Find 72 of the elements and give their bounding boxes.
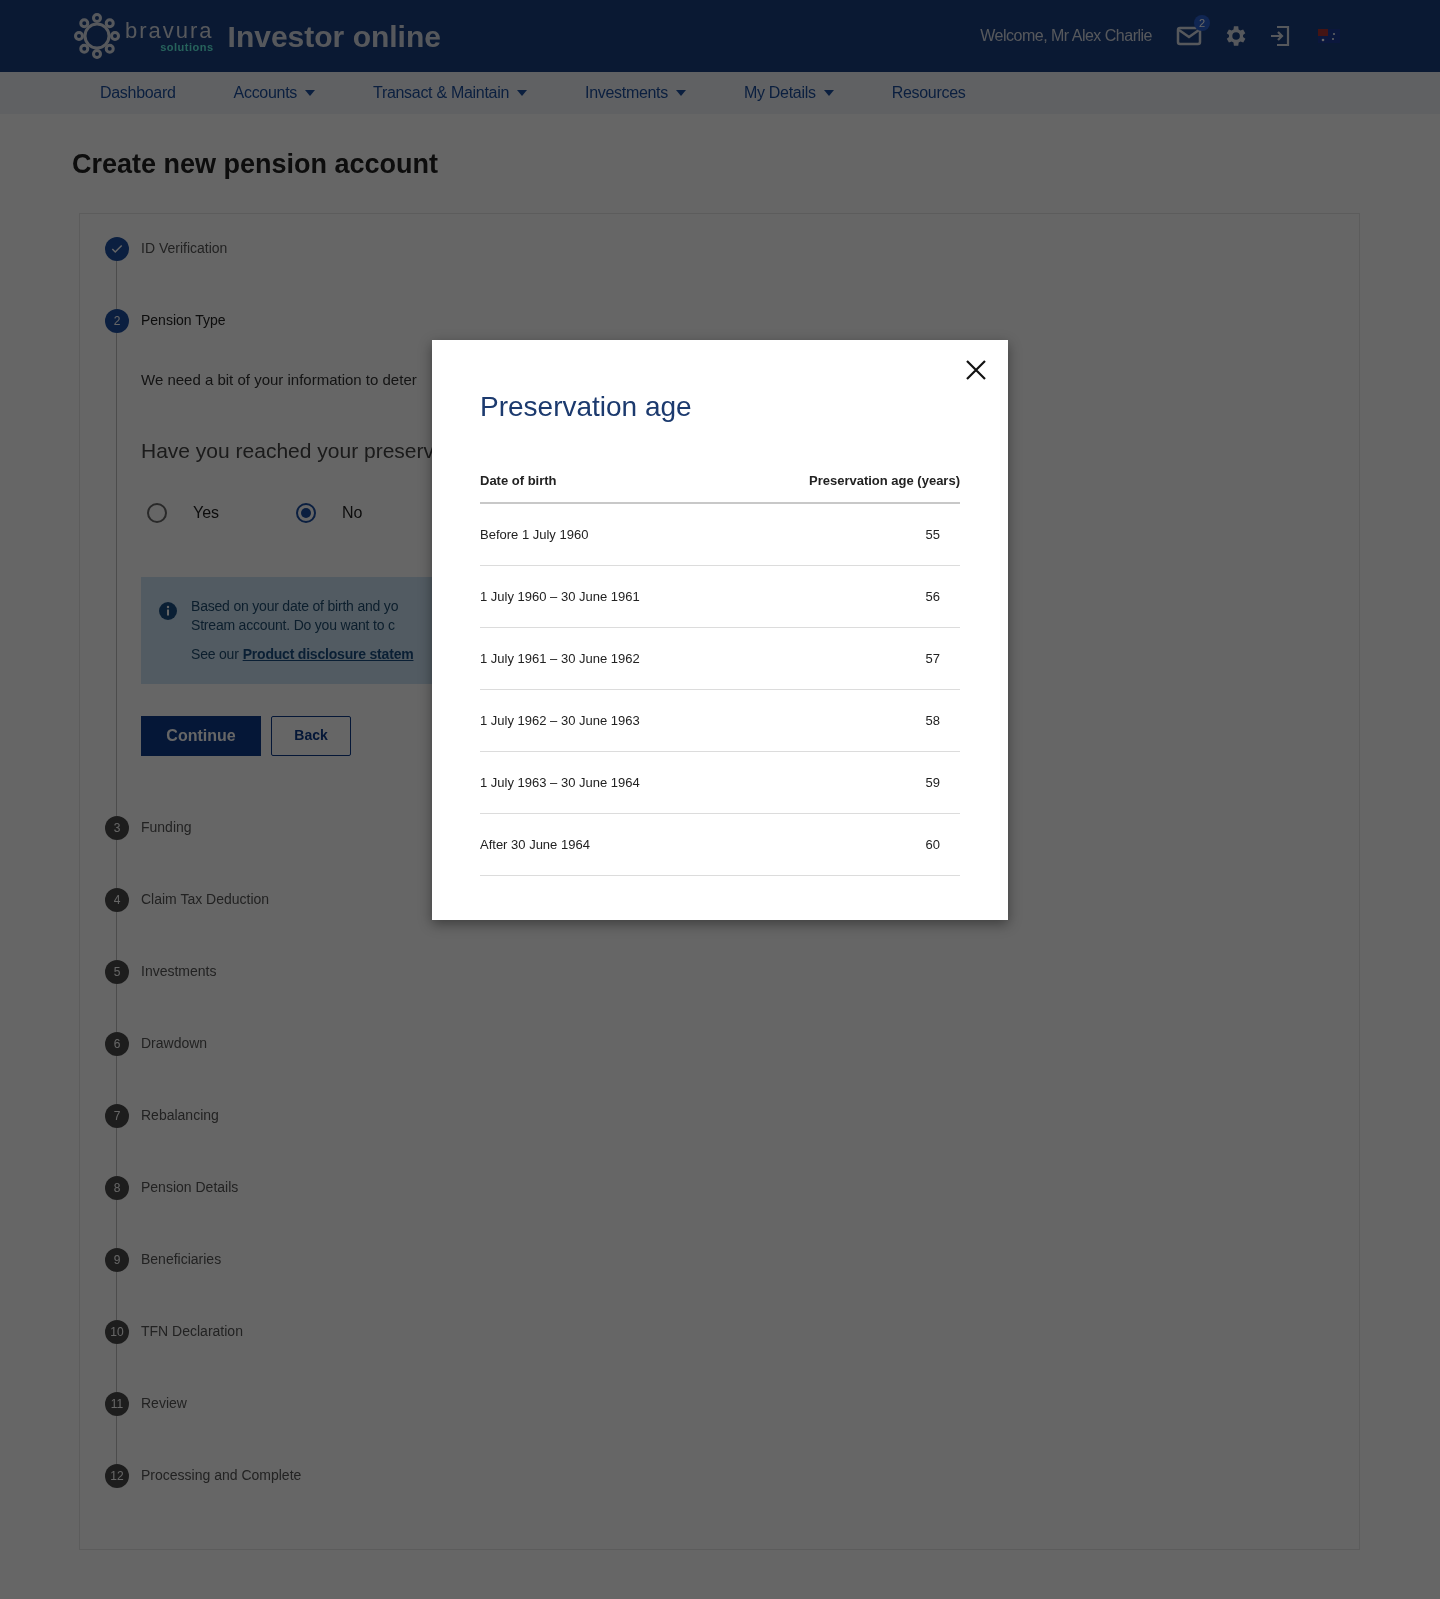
- table-cell-text: 1 July 1962 – 30 June 1963: [480, 711, 640, 730]
- step-number: 7: [105, 1103, 129, 1128]
- step-label: Pension Type: [141, 311, 226, 330]
- logo-tagline: solutions: [160, 41, 214, 53]
- logo-icon: [73, 12, 121, 60]
- table-cell-text: 58: [925, 711, 940, 730]
- nav-link[interactable]: Resources: [891, 81, 966, 105]
- radio-option[interactable]: Yes: [147, 500, 296, 525]
- step-label: Pension Details: [141, 1178, 239, 1197]
- logo-name: bravura: [125, 19, 214, 42]
- step-number: 4: [105, 887, 129, 912]
- table-cell-text: Before 1 July 1960: [480, 525, 589, 544]
- column-header: Date of birth: [480, 472, 557, 491]
- caret-icon: [823, 90, 834, 96]
- step-number: 6: [105, 1031, 129, 1056]
- pds-link[interactable]: Product disclosure statem: [242, 644, 414, 664]
- caret-icon: [517, 90, 527, 96]
- table-cell-text: 1 July 1963 – 30 June 1964: [480, 773, 640, 792]
- caret-icon: [305, 90, 315, 96]
- nav-link[interactable]: My Details: [743, 81, 834, 105]
- step-number: 11: [105, 1391, 129, 1416]
- mail-icon[interactable]: [1176, 25, 1202, 47]
- nav-link[interactable]: Dashboard: [100, 81, 176, 105]
- step-label: Funding: [141, 818, 192, 837]
- page-title: Create new pension account: [72, 148, 440, 181]
- continue-button[interactable]: Continue: [141, 715, 261, 756]
- step-number: 8: [105, 1175, 129, 1200]
- column-header: Preservation age (years): [808, 472, 960, 491]
- question-heading: Have you reached your preserv: [141, 438, 435, 464]
- table-cell-text: After 30 June 1964: [480, 835, 590, 854]
- back-button[interactable]: Back: [271, 715, 351, 756]
- intro-text: We need a bit of your information to deter: [141, 369, 418, 390]
- nav-link[interactable]: Accounts: [233, 81, 315, 105]
- modal-title: Preservation age: [480, 390, 693, 424]
- radio-button[interactable]: [296, 502, 316, 523]
- close-button[interactable]: [964, 358, 988, 382]
- step-label: Beneficiaries: [141, 1250, 222, 1269]
- step-number: 12: [105, 1463, 129, 1488]
- info-text: See our: [191, 644, 239, 664]
- table-cell-text: 60: [925, 835, 940, 854]
- step-number: 5: [105, 959, 129, 984]
- step-label: Rebalancing: [141, 1106, 219, 1125]
- nav-link[interactable]: Transact & Maintain: [373, 81, 527, 105]
- step-number: 2: [105, 308, 129, 333]
- table-cell-text: 55: [925, 525, 940, 544]
- notification-badge: 2: [1194, 15, 1210, 31]
- step-number: 9: [105, 1247, 129, 1272]
- info-icon: [159, 601, 177, 620]
- step-label: Investments: [141, 962, 217, 981]
- table-cell-text: 57: [925, 649, 940, 668]
- app-title: Investor online: [227, 18, 441, 55]
- table-cell-text: 59: [925, 773, 940, 792]
- step-number: 10: [105, 1319, 129, 1344]
- step-label: Drawdown: [141, 1034, 208, 1053]
- step-label: Claim Tax Deduction: [141, 890, 270, 909]
- step-number: 3: [105, 815, 129, 840]
- welcome-text: Welcome, Mr Alex Charlie: [980, 26, 1152, 46]
- table-cell-text: 1 July 1960 – 30 June 1961: [480, 587, 640, 606]
- info-text: Stream account. Do you want to c: [191, 615, 396, 635]
- table-cell-text: 1 July 1961 – 30 June 1962: [480, 649, 640, 668]
- caret-icon: [675, 90, 686, 96]
- nav-link[interactable]: Investments: [585, 81, 686, 105]
- step-label: TFN Declaration: [141, 1322, 243, 1341]
- radio-button[interactable]: [147, 502, 167, 523]
- step-label: Processing and Complete: [141, 1466, 302, 1485]
- table-cell-text: 56: [925, 587, 940, 606]
- info-text: Based on your date of birth and yo: [191, 596, 400, 616]
- flag-icon[interactable]: [1318, 29, 1340, 43]
- sign-out-icon[interactable]: [1268, 24, 1292, 48]
- step-label: Review: [141, 1394, 187, 1413]
- radio-option[interactable]: No: [296, 500, 445, 525]
- step-label: ID Verification: [141, 239, 228, 258]
